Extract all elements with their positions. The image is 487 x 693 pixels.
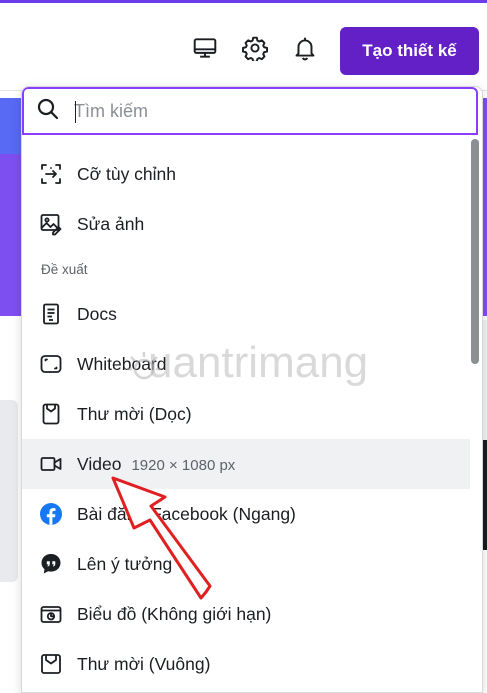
menu-item-chart[interactable]: Biểu đồ (Không giới hạn) <box>22 589 470 639</box>
menu-item-facebook-post[interactable]: Bài đăng Facebook (Ngang) <box>22 489 470 539</box>
menu-item-label: Docs <box>77 303 117 324</box>
search-input[interactable] <box>72 99 456 123</box>
menu-item-label: Thư mời (Dọc) <box>77 403 192 424</box>
menu-item-dimensions: 1920 × 1080 px <box>131 456 236 474</box>
image-edit-icon <box>38 211 64 237</box>
menu-item-label: Bài đăng Facebook (Ngang) <box>77 503 296 524</box>
scrollbar-thumb[interactable] <box>471 139 479 364</box>
notifications-button[interactable] <box>287 32 323 68</box>
menu-item-label: Thư mời (Vuông) <box>77 653 211 674</box>
menu-item-label: Lên ý tưởng <box>77 553 173 574</box>
facebook-icon <box>38 501 64 527</box>
desktop-app-button[interactable] <box>187 32 223 68</box>
docs-icon <box>38 301 64 327</box>
top-accent-border <box>0 0 487 3</box>
page-card-left <box>0 400 18 582</box>
create-design-dropdown: Cỡ tùy chỉnh Sửa ảnh Đề xuất <box>21 86 483 693</box>
quote-bubble-icon <box>38 551 64 577</box>
menu-item-label: Video 1920 × 1080 px <box>77 454 235 475</box>
invitation-square-icon <box>38 651 64 677</box>
settings-button[interactable] <box>237 32 273 68</box>
gear-icon <box>242 35 268 66</box>
menu-item-custom-size[interactable]: Cỡ tùy chỉnh <box>22 149 470 199</box>
menu-item-invitation-portrait[interactable]: Thư mời (Dọc) <box>22 389 470 439</box>
create-design-button[interactable]: Tạo thiết kế <box>340 27 479 75</box>
menu-item-video[interactable]: Video 1920 × 1080 px <box>22 439 470 489</box>
search-box[interactable] <box>22 87 478 135</box>
text-cursor <box>75 101 76 123</box>
menu-item-photo-edit[interactable]: Sửa ảnh <box>22 199 470 249</box>
menu-item-whiteboard[interactable]: Whiteboard <box>22 339 470 389</box>
monitor-icon <box>192 35 218 66</box>
search-icon <box>36 97 60 126</box>
menu-item-invitation-square[interactable]: Thư mời (Vuông) <box>22 639 470 689</box>
bell-icon <box>292 35 318 66</box>
menu-item-docs[interactable]: Docs <box>22 289 470 339</box>
invitation-portrait-icon <box>38 401 64 427</box>
menu-item-label: Cỡ tùy chỉnh <box>77 163 177 184</box>
menu-item-label: Sửa ảnh <box>77 213 145 234</box>
whiteboard-icon <box>38 351 64 377</box>
custom-size-icon <box>38 161 64 187</box>
video-camera-icon <box>38 451 64 477</box>
menu-item-title: Video <box>77 453 122 474</box>
menu-item-label: Whiteboard <box>77 353 167 374</box>
menu-item-label: Biểu đồ (Không giới hạn) <box>77 603 272 624</box>
menu-item-brainstorm[interactable]: Lên ý tưởng <box>22 539 470 589</box>
chart-icon <box>38 601 64 627</box>
section-label-suggested: Đề xuất <box>41 262 88 277</box>
